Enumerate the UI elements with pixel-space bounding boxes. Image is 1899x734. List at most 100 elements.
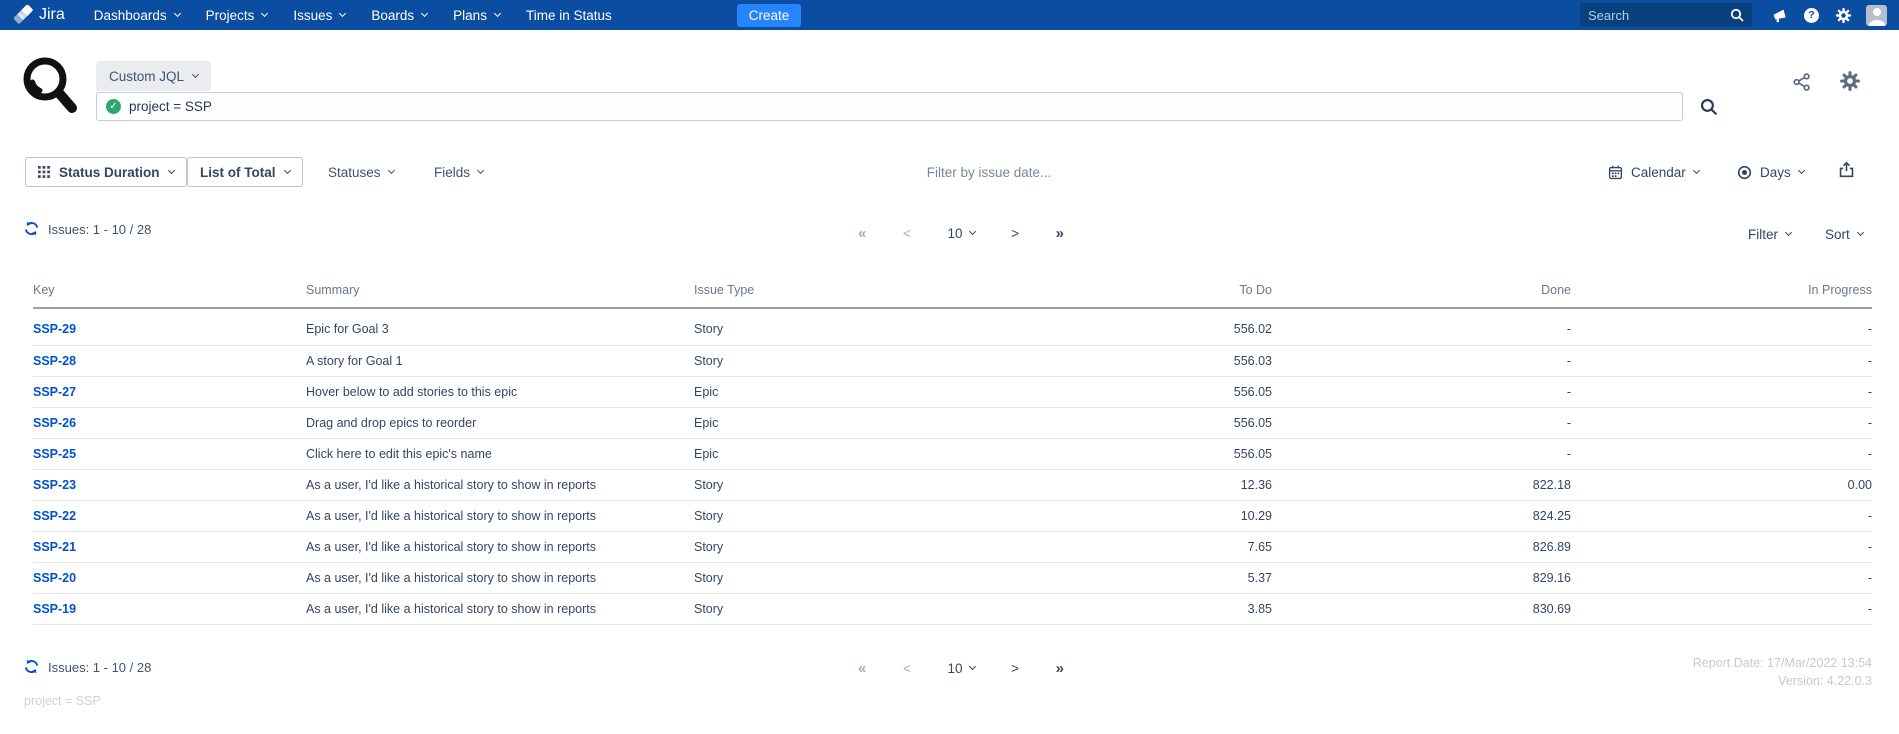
chevron-down-icon bbox=[421, 9, 429, 17]
time-unit-dropdown[interactable]: Days bbox=[1737, 157, 1805, 187]
jql-input[interactable]: ✓ project = SSP bbox=[96, 92, 1683, 121]
megaphone-icon bbox=[1773, 9, 1786, 22]
prev-page-button[interactable]: < bbox=[903, 226, 911, 241]
to-do-value-cell: 5.37 bbox=[966, 562, 1272, 594]
user-avatar[interactable] bbox=[1866, 4, 1887, 26]
issue-key-link[interactable]: SSP-19 bbox=[33, 602, 76, 616]
report-settings-button[interactable] bbox=[1839, 70, 1861, 92]
refresh-icon bbox=[25, 659, 38, 674]
announcements-button[interactable] bbox=[1772, 8, 1788, 23]
done-value-cell: - bbox=[1272, 376, 1571, 408]
issue-type-cell: Story bbox=[694, 562, 966, 594]
nav-item-time-in-status[interactable]: Time in Status bbox=[513, 0, 625, 30]
done-value-cell: - bbox=[1272, 345, 1571, 377]
in-progress-value-cell: 0.00 bbox=[1571, 469, 1872, 501]
admin-settings-button[interactable] bbox=[1835, 7, 1852, 24]
last-page-button[interactable]: » bbox=[1056, 225, 1064, 242]
global-search-input[interactable] bbox=[1588, 7, 1730, 23]
chevron-down-icon bbox=[1856, 228, 1864, 237]
calculation-mode-dropdown[interactable]: List of Total bbox=[187, 157, 303, 187]
table-row: SSP-27 Hover below to add stories to thi… bbox=[33, 376, 1872, 408]
issue-type-cell: Epic bbox=[694, 438, 966, 470]
issue-key-link[interactable]: SSP-27 bbox=[33, 385, 76, 399]
issue-key-link[interactable]: SSP-21 bbox=[33, 540, 76, 554]
jira-home-link[interactable]: Jira bbox=[14, 5, 65, 25]
target-circle-icon bbox=[1737, 165, 1752, 179]
nav-item-boards[interactable]: Boards bbox=[358, 0, 440, 30]
issue-summary-cell: Drag and drop epics to reorder bbox=[306, 407, 694, 439]
issue-summary-cell: As a user, I'd like a historical story t… bbox=[306, 562, 694, 594]
help-button[interactable]: ? bbox=[1804, 7, 1819, 23]
nav-item-label: Boards bbox=[371, 7, 415, 23]
chevron-down-icon bbox=[387, 166, 395, 174]
fields-dropdown[interactable]: Fields bbox=[434, 157, 485, 187]
gear-icon bbox=[1835, 7, 1852, 23]
issues-count-label: Issues: 1 - 10 / 28 bbox=[48, 222, 152, 237]
nav-item-plans[interactable]: Plans bbox=[440, 0, 513, 30]
column-header-issue-type: Issue Type bbox=[694, 283, 966, 309]
last-page-button[interactable]: » bbox=[1056, 660, 1064, 677]
prev-page-button[interactable]: < bbox=[903, 661, 911, 676]
issue-key-cell: SSP-22 bbox=[33, 500, 306, 532]
table-row: SSP-25 Click here to edit this epic's na… bbox=[33, 438, 1872, 470]
table-row: SSP-28 A story for Goal 1 Story 556.03 -… bbox=[33, 345, 1872, 377]
nav-item-label: Dashboards bbox=[93, 7, 167, 23]
statuses-label: Statuses bbox=[328, 164, 381, 180]
next-page-button[interactable]: > bbox=[1011, 226, 1019, 241]
first-page-button[interactable]: « bbox=[858, 225, 866, 242]
issue-type-cell: Epic bbox=[694, 407, 966, 439]
chevron-down-icon bbox=[968, 227, 976, 236]
column-header-key: Key bbox=[33, 283, 306, 309]
issue-key-link[interactable]: SSP-22 bbox=[33, 509, 76, 523]
refresh-icon bbox=[25, 221, 38, 236]
nav-item-issues[interactable]: Issues bbox=[280, 0, 358, 30]
issue-key-cell: SSP-28 bbox=[33, 345, 306, 377]
page-size-dropdown[interactable]: 10 bbox=[947, 661, 976, 676]
issue-type-cell: Story bbox=[694, 531, 966, 563]
next-page-button[interactable]: > bbox=[1011, 661, 1019, 676]
report-date-label: Report Date: 17/Mar/2022 13:54 bbox=[1692, 656, 1872, 670]
issue-type-cell: Story bbox=[694, 500, 966, 532]
refresh-button[interactable] bbox=[24, 221, 39, 236]
issue-key-link[interactable]: SSP-23 bbox=[33, 478, 76, 492]
issue-key-link[interactable]: SSP-20 bbox=[33, 571, 76, 585]
chevron-down-icon bbox=[261, 9, 269, 17]
page: Jira Dashboards Projects Issues Boards P… bbox=[0, 0, 1899, 734]
export-button[interactable] bbox=[1838, 161, 1855, 178]
chevron-down-icon bbox=[191, 70, 200, 78]
time-unit-label: Days bbox=[1760, 164, 1791, 180]
table-row: SSP-23 As a user, I'd like a historical … bbox=[33, 469, 1872, 501]
share-report-button[interactable] bbox=[1792, 72, 1812, 92]
statuses-dropdown[interactable]: Statuses bbox=[328, 157, 395, 187]
issue-key-link[interactable]: SSP-26 bbox=[33, 416, 76, 430]
done-value-cell: 824.25 bbox=[1272, 500, 1571, 532]
query-mode-dropdown[interactable]: Custom JQL bbox=[96, 61, 212, 91]
grid-icon bbox=[38, 166, 50, 178]
sort-dropdown[interactable]: Sort bbox=[1825, 227, 1864, 242]
brand-label: Jira bbox=[39, 6, 65, 23]
done-value-cell: 829.16 bbox=[1272, 562, 1571, 594]
report-type-dropdown[interactable]: Status Duration bbox=[25, 157, 187, 187]
export-icon bbox=[1839, 161, 1854, 178]
magnifier-logo-icon bbox=[23, 57, 77, 113]
issue-key-link[interactable]: SSP-28 bbox=[33, 354, 76, 368]
run-query-button[interactable] bbox=[1700, 98, 1718, 116]
nav-item-dashboards[interactable]: Dashboards bbox=[81, 0, 193, 30]
issue-type-cell: Story bbox=[694, 308, 966, 346]
calendar-dropdown[interactable]: Calendar bbox=[1608, 157, 1700, 187]
refresh-button-bottom[interactable] bbox=[24, 659, 39, 674]
to-do-value-cell: 556.03 bbox=[966, 345, 1272, 377]
issue-date-filter-input[interactable] bbox=[824, 157, 1154, 187]
page-size-dropdown[interactable]: 10 bbox=[947, 226, 976, 241]
filter-dropdown[interactable]: Filter bbox=[1748, 227, 1793, 242]
first-page-button[interactable]: « bbox=[858, 660, 866, 677]
issue-key-link[interactable]: SSP-29 bbox=[33, 322, 76, 336]
nav-item-projects[interactable]: Projects bbox=[193, 0, 281, 30]
to-do-value-cell: 3.85 bbox=[966, 593, 1272, 625]
issue-key-cell: SSP-21 bbox=[33, 531, 306, 563]
share-icon bbox=[1793, 73, 1810, 91]
global-search-box[interactable] bbox=[1580, 3, 1752, 27]
create-button[interactable]: Create bbox=[736, 3, 802, 27]
to-do-value-cell: 556.05 bbox=[966, 438, 1272, 470]
issue-key-link[interactable]: SSP-25 bbox=[33, 447, 76, 461]
